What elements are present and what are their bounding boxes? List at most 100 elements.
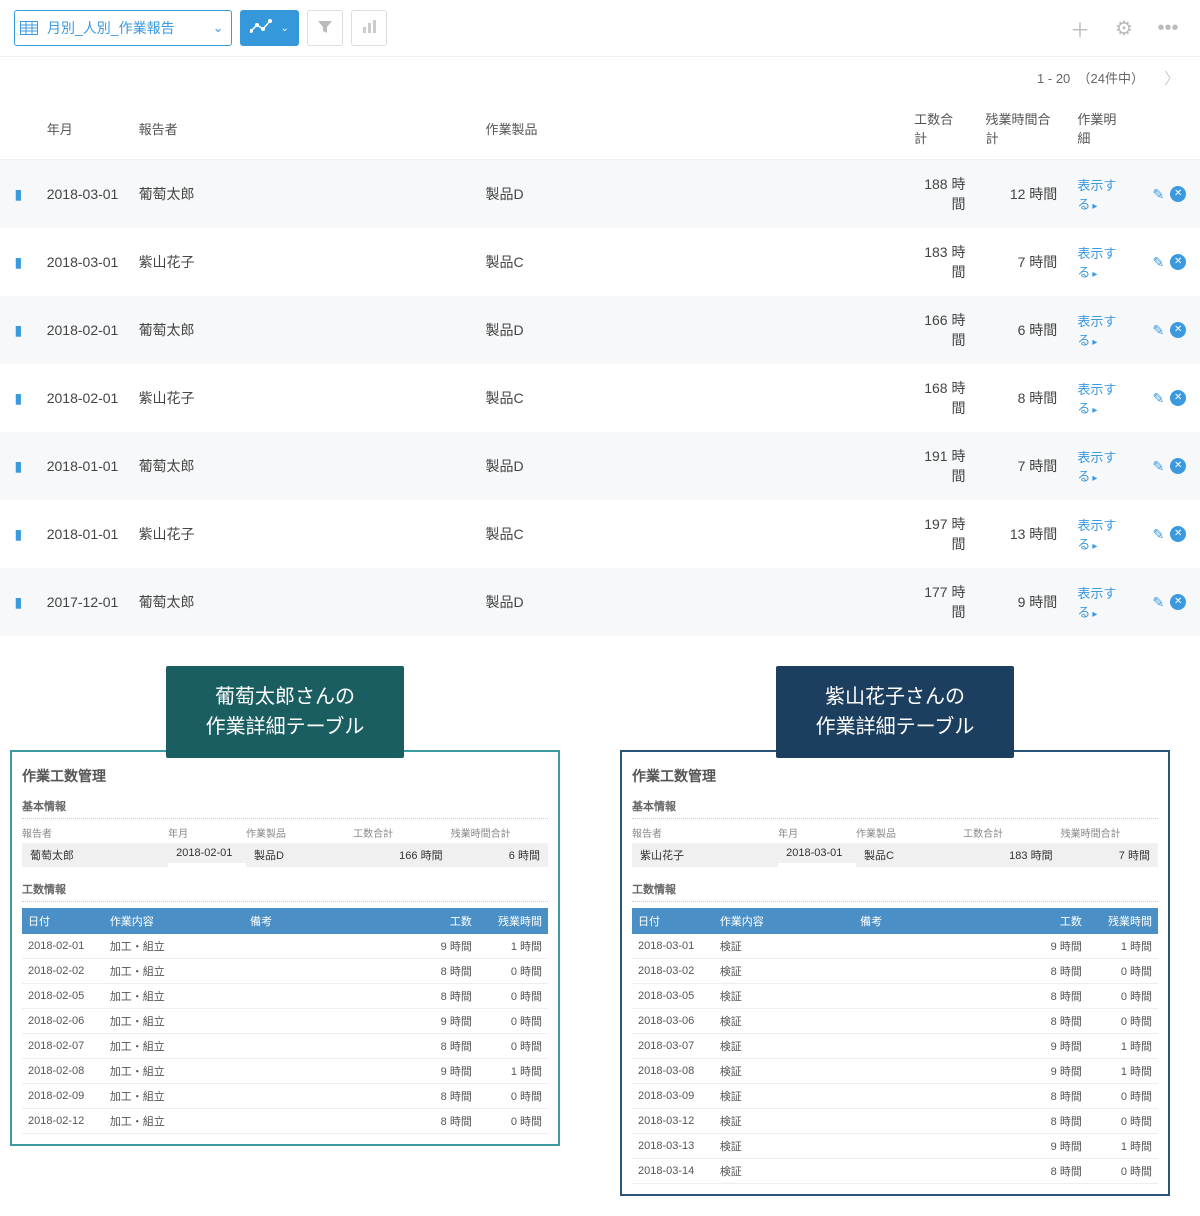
cell-reporter: 紫山花子 xyxy=(129,228,476,296)
section-detail-label: 工数情報 xyxy=(632,877,1158,902)
document-icon: ▮ xyxy=(15,322,23,338)
filter-button[interactable] xyxy=(307,10,343,46)
col-date[interactable]: 年月 xyxy=(37,97,129,160)
detail-table-left: 日付 作業内容 備考 工数 残業時間 2018-02-01加工・組立9 時間1 … xyxy=(22,908,548,1134)
list-item: 2018-02-09加工・組立8 時間0 時間 xyxy=(22,1084,548,1109)
delete-icon[interactable]: ✕ xyxy=(1170,526,1186,542)
list-item: 2018-03-07検証9 時間1 時間 xyxy=(632,1034,1158,1059)
settings-button[interactable]: ⚙ xyxy=(1106,10,1142,46)
cell-date: 2018-01-01 xyxy=(37,500,129,568)
table-row[interactable]: ▮2018-01-01葡萄太郎製品D191 時間7 時間表示する▸✎✕ xyxy=(0,432,1200,500)
detail-link[interactable]: 表示する▸ xyxy=(1077,382,1116,416)
edit-icon[interactable]: ✎ xyxy=(1153,254,1165,271)
detail-link[interactable]: 表示する▸ xyxy=(1077,178,1116,212)
list-item: 2018-03-13検証9 時間1 時間 xyxy=(632,1134,1158,1159)
cell-product: 製品D xyxy=(476,160,905,229)
cell-date: 2018-03-01 xyxy=(37,228,129,296)
cell-product: 製品C xyxy=(476,364,905,432)
cell-overtime: 7 時間 xyxy=(975,228,1067,296)
add-button[interactable]: ＋ xyxy=(1062,10,1098,46)
view-selector[interactable]: 月別_人別_作業報告 ⌄ xyxy=(14,10,232,46)
table-row[interactable]: ▮2017-12-01葡萄太郎製品D177 時間9 時間表示する▸✎✕ xyxy=(0,568,1200,636)
pager-next-button[interactable]: 〉 xyxy=(1164,65,1180,89)
col-product[interactable]: 作業製品 xyxy=(476,97,905,160)
col-detail[interactable]: 作業明細 xyxy=(1067,97,1138,160)
list-item: 2018-02-12加工・組立8 時間0 時間 xyxy=(22,1109,548,1134)
cell-date: 2017-12-01 xyxy=(37,568,129,636)
document-icon: ▮ xyxy=(15,526,23,542)
list-item: 2018-03-05検証8 時間0 時間 xyxy=(632,984,1158,1009)
line-chart-icon xyxy=(250,19,274,38)
cell-product: 製品D xyxy=(476,568,905,636)
cell-reporter: 葡萄太郎 xyxy=(129,160,476,229)
card-title-left: 葡萄太郎さんの 作業詳細テーブル xyxy=(166,666,405,758)
cell-reporter: 葡萄太郎 xyxy=(129,296,476,364)
cell-product: 製品C xyxy=(476,500,905,568)
cell-reporter: 紫山花子 xyxy=(129,500,476,568)
delete-icon[interactable]: ✕ xyxy=(1170,186,1186,202)
list-item: 2018-03-09検証8 時間0 時間 xyxy=(632,1084,1158,1109)
main-table: 年月 報告者 作業製品 工数合計 残業時間合計 作業明細 ▮ 2018-03-01… xyxy=(0,97,1200,636)
cell-hours: 166 時間 xyxy=(904,296,975,364)
section-detail-label: 工数情報 xyxy=(22,877,548,902)
delete-icon[interactable]: ✕ xyxy=(1170,390,1186,406)
detail-link[interactable]: 表示する▸ xyxy=(1077,314,1116,348)
cell-overtime: 9 時間 xyxy=(975,568,1067,636)
cell-overtime: 13 時間 xyxy=(975,500,1067,568)
bar-chart-button[interactable] xyxy=(351,10,387,46)
cell-hours: 197 時間 xyxy=(904,500,975,568)
detail-table-right: 日付 作業内容 備考 工数 残業時間 2018-03-01検証9 時間1 時間2… xyxy=(632,908,1158,1184)
list-item: 2018-03-06検証8 時間0 時間 xyxy=(632,1009,1158,1034)
delete-icon[interactable]: ✕ xyxy=(1170,458,1186,474)
detail-link[interactable]: 表示する▸ xyxy=(1077,518,1116,552)
more-button[interactable]: ••• xyxy=(1150,10,1186,46)
list-item: 2018-02-01加工・組立9 時間1 時間 xyxy=(22,934,548,959)
edit-icon[interactable]: ✎ xyxy=(1153,594,1165,611)
cell-overtime: 7 時間 xyxy=(975,432,1067,500)
col-hours[interactable]: 工数合計 xyxy=(904,97,975,160)
gear-icon: ⚙ xyxy=(1115,16,1133,41)
edit-icon[interactable]: ✎ xyxy=(1153,458,1165,475)
table-row[interactable]: ▮2018-03-01葡萄太郎製品D188 時間12 時間表示する▸✎✕ xyxy=(0,160,1200,229)
cell-overtime: 6 時間 xyxy=(975,296,1067,364)
cell-date: 2018-01-01 xyxy=(37,432,129,500)
table-row[interactable]: ▮2018-02-01紫山花子製品C168 時間8 時間表示する▸✎✕ xyxy=(0,364,1200,432)
pager-range: 1 - 20 （24件中） xyxy=(1037,68,1144,87)
detail-card-right: 作業工数管理 基本情報 報告者紫山花子 年月2018-03-01 作業製品製品C… xyxy=(620,750,1170,1196)
table-row[interactable]: ▮2018-03-01紫山花子製品C183 時間7 時間表示する▸✎✕ xyxy=(0,228,1200,296)
detail-link[interactable]: 表示する▸ xyxy=(1077,246,1116,280)
col-reporter[interactable]: 報告者 xyxy=(129,97,476,160)
cell-hours: 168 時間 xyxy=(904,364,975,432)
edit-icon[interactable]: ✎ xyxy=(1153,322,1165,339)
cell-reporter: 紫山花子 xyxy=(129,364,476,432)
col-overtime[interactable]: 残業時間合計 xyxy=(975,97,1067,160)
delete-icon[interactable]: ✕ xyxy=(1170,322,1186,338)
document-icon: ▮ xyxy=(15,186,23,202)
funnel-icon xyxy=(317,19,333,38)
cell-reporter: 葡萄太郎 xyxy=(129,432,476,500)
detail-link[interactable]: 表示する▸ xyxy=(1077,450,1116,484)
table-row[interactable]: ▮ 2018-01-01紫山花子製品C197 時間13 時間表示する▸ ✎ ✕ xyxy=(0,500,1200,568)
list-item: 2018-02-02加工・組立8 時間0 時間 xyxy=(22,959,548,984)
list-item: 2018-02-07加工・組立8 時間0 時間 xyxy=(22,1034,548,1059)
cell-overtime: 8 時間 xyxy=(975,364,1067,432)
detail-link[interactable]: 表示する▸ xyxy=(1077,586,1116,620)
table-row[interactable]: ▮2018-02-01葡萄太郎製品D166 時間6 時間表示する▸✎✕ xyxy=(0,296,1200,364)
delete-icon[interactable]: ✕ xyxy=(1170,254,1186,270)
cell-hours: 191 時間 xyxy=(904,432,975,500)
list-item: 2018-03-01検証9 時間1 時間 xyxy=(632,934,1158,959)
cell-hours: 183 時間 xyxy=(904,228,975,296)
view-selector-label: 月別_人別_作業報告 xyxy=(43,18,205,38)
delete-icon[interactable]: ✕ xyxy=(1170,594,1186,610)
list-item: 2018-03-02検証8 時間0 時間 xyxy=(632,959,1158,984)
edit-icon[interactable]: ✎ xyxy=(1153,390,1165,407)
pager: 1 - 20 （24件中） 〉 xyxy=(0,57,1200,97)
document-icon: ▮ xyxy=(15,594,23,610)
edit-icon[interactable]: ✎ xyxy=(1153,526,1165,543)
section-basic-label: 基本情報 xyxy=(22,794,548,819)
chart-mode-button[interactable]: ⌄ xyxy=(240,10,298,46)
chevron-down-icon: ⌄ xyxy=(205,20,232,36)
more-icon: ••• xyxy=(1157,17,1178,40)
document-icon: ▮ xyxy=(15,390,23,406)
edit-icon[interactable]: ✎ xyxy=(1153,186,1165,203)
